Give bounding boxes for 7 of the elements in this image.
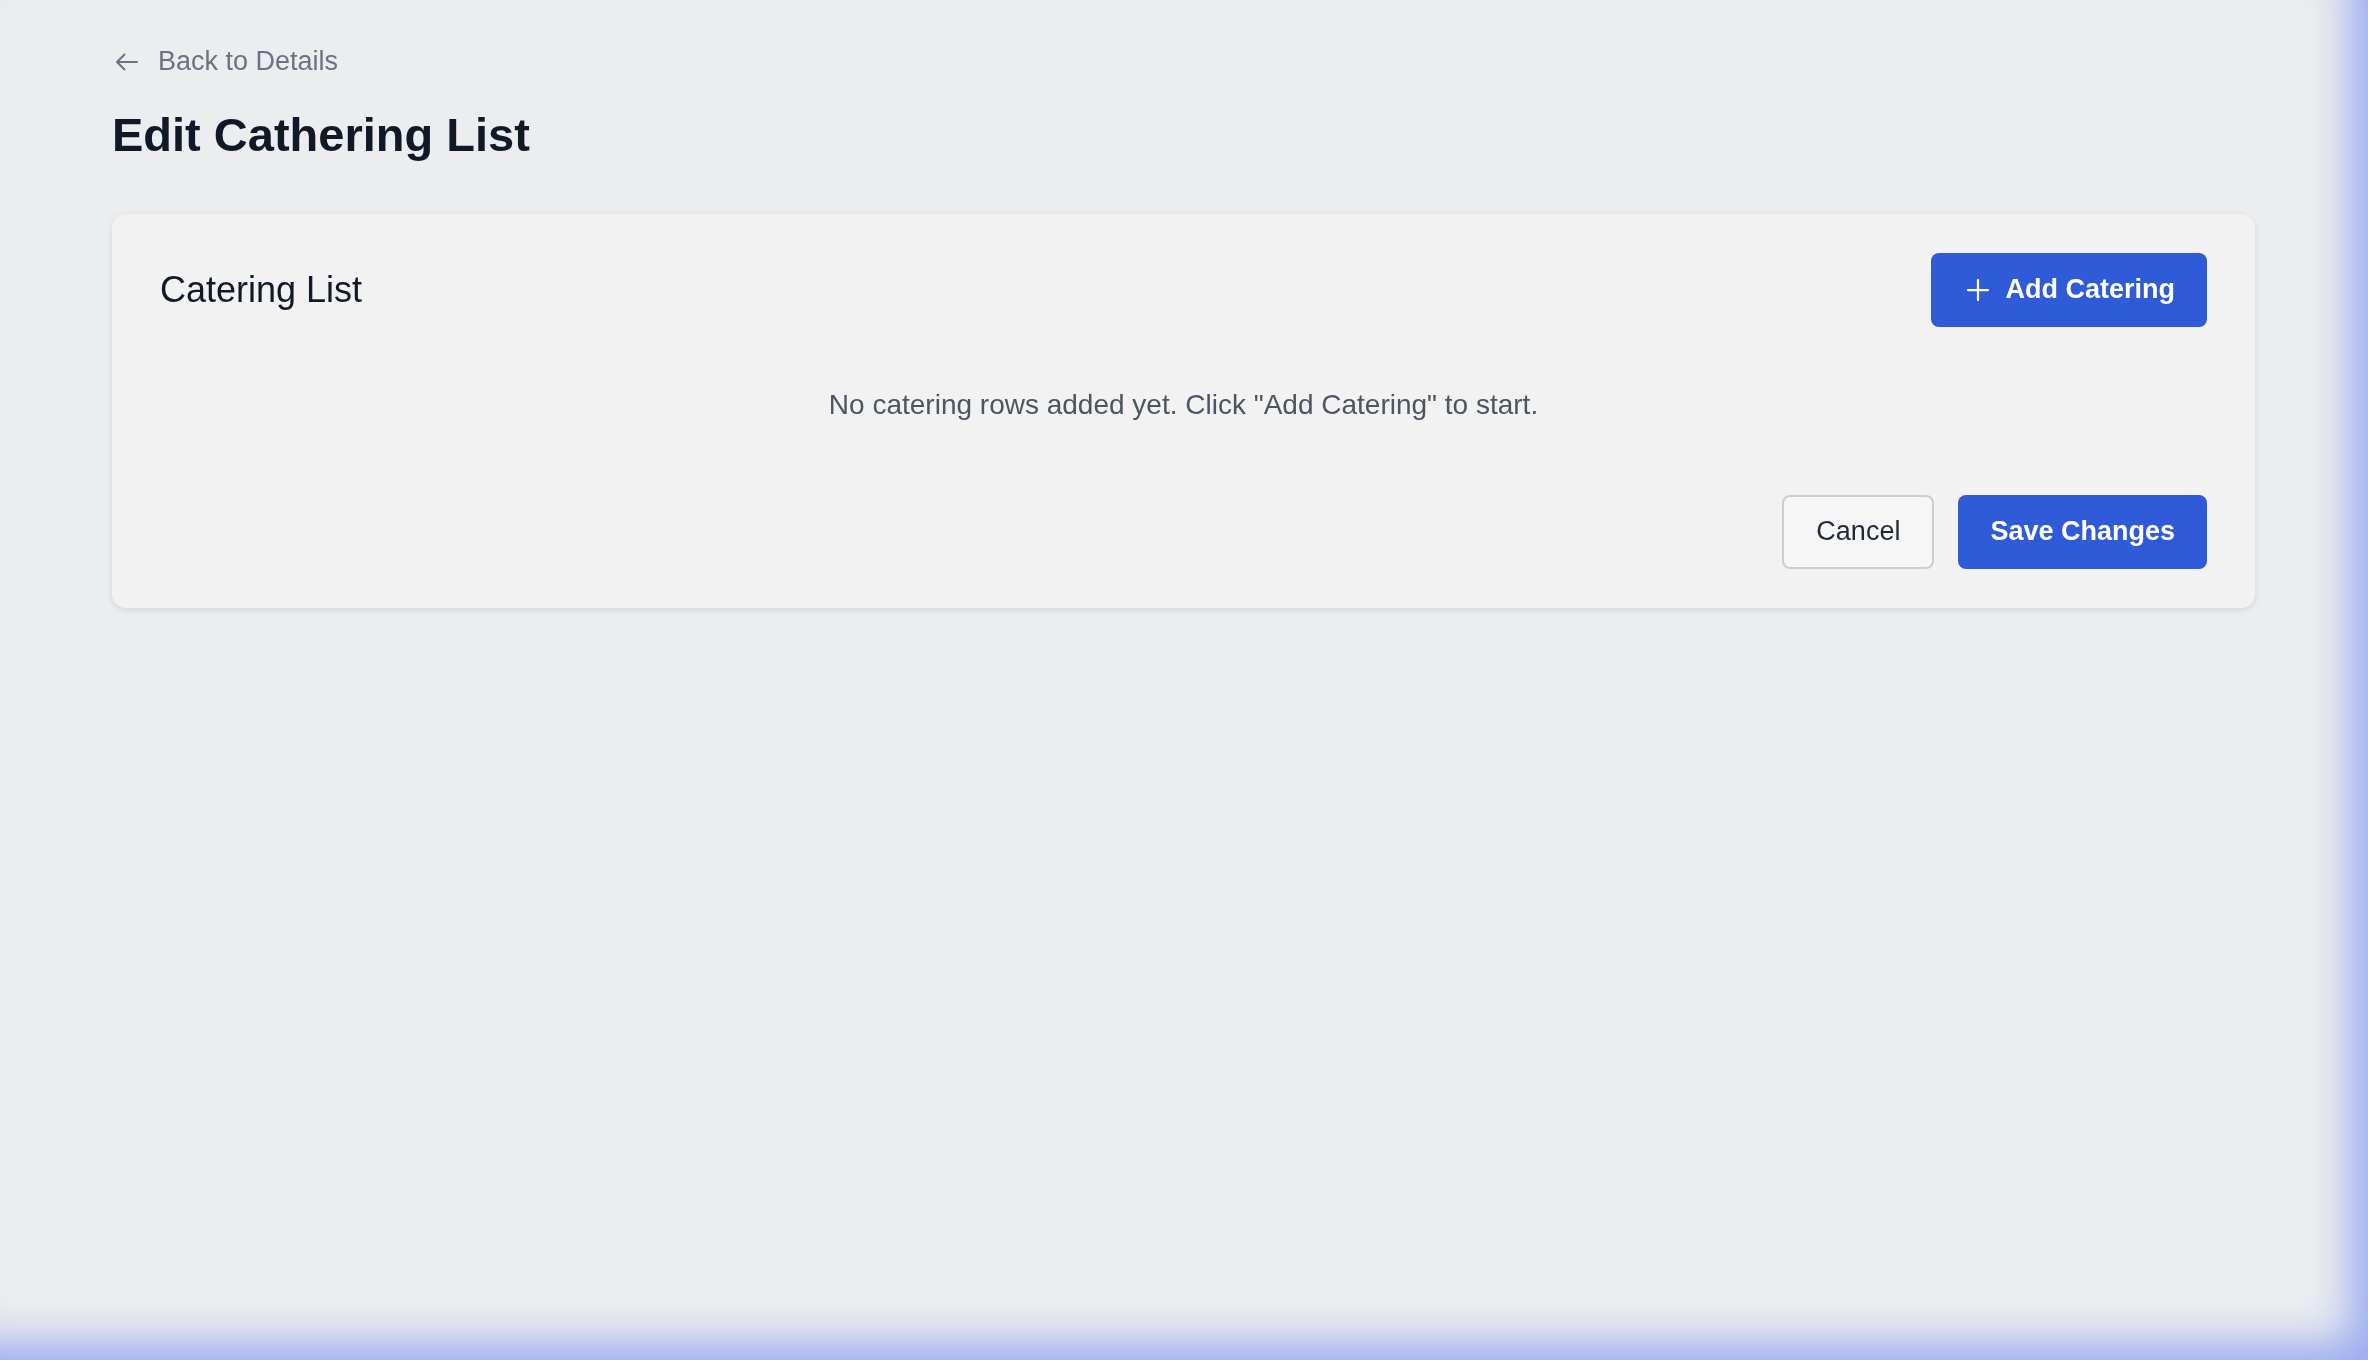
add-button[interactable]: Add Catering xyxy=(1931,252,2207,327)
cancel-button[interactable]: Cancel xyxy=(1782,494,1935,569)
card-title: Catering List xyxy=(160,268,363,311)
back-link[interactable]: Back to Details xyxy=(112,46,339,77)
save-button[interactable]: Save Changes xyxy=(1958,494,2207,569)
empty-message: No catering rows added yet. Click "Add Catering" to start. xyxy=(827,388,1540,421)
page-title: Edit Cathering List xyxy=(112,106,531,162)
